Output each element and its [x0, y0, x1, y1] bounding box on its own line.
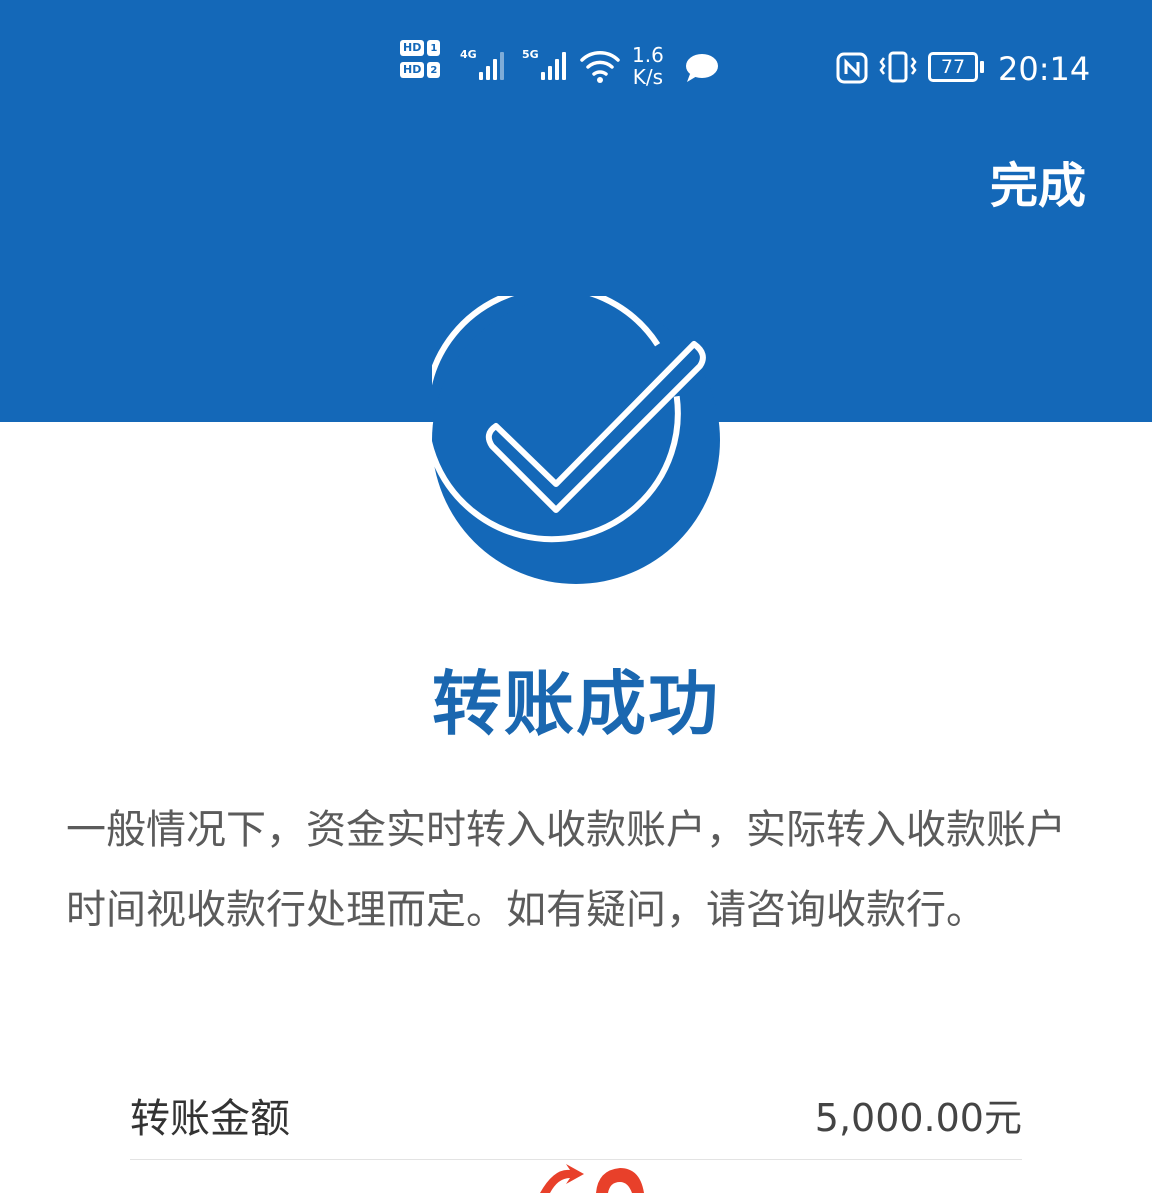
network2-label: 5G [522, 48, 539, 61]
transfer-note: 一般情况下，资金实时转入收款账户，实际转入收款账户时间视收款行处理而定。如有疑问… [66, 807, 1066, 933]
status-bar: HD 1 HD 2 4G 5G 1.6 K/s 77 20:14 [0, 0, 1152, 120]
sim2-badge: 2 [427, 62, 441, 78]
message-icon [684, 52, 720, 84]
speed-unit: K/s [632, 65, 664, 89]
partial-red-mark [536, 1162, 656, 1193]
battery-level: 77 [940, 56, 966, 78]
hd-icon: HD 1 HD 2 [400, 40, 441, 78]
hd-badge: HD [400, 40, 425, 56]
speed-value: 1.6 [632, 43, 664, 67]
hd-badge: HD [400, 62, 425, 78]
detail-row-amount: 转账金额 5,000.00元 [130, 1070, 1022, 1160]
amount-value: 5,000.00元 [814, 1096, 1022, 1140]
done-button[interactable]: 完成 [990, 146, 1086, 216]
nfc-icon [836, 52, 868, 84]
success-title: 转账成功 [432, 663, 720, 745]
wifi-icon [580, 48, 620, 84]
vibrate-icon [878, 50, 918, 84]
signal-icon: 5G [522, 48, 566, 80]
battery-icon: 77 [928, 52, 984, 82]
transfer-success-screen: HD 1 HD 2 4G 5G 1.6 K/s 77 20:14 完成 转账成功… [0, 0, 1152, 1193]
signal-icon: 4G [460, 48, 504, 80]
sim1-badge: 1 [427, 40, 441, 56]
success-check-icon [422, 284, 720, 584]
status-time: 20:14 [998, 50, 1091, 88]
network1-label: 4G [460, 48, 477, 61]
network-speed: 1.6 K/s [632, 44, 664, 88]
amount-label: 转账金额 [130, 1095, 290, 1142]
